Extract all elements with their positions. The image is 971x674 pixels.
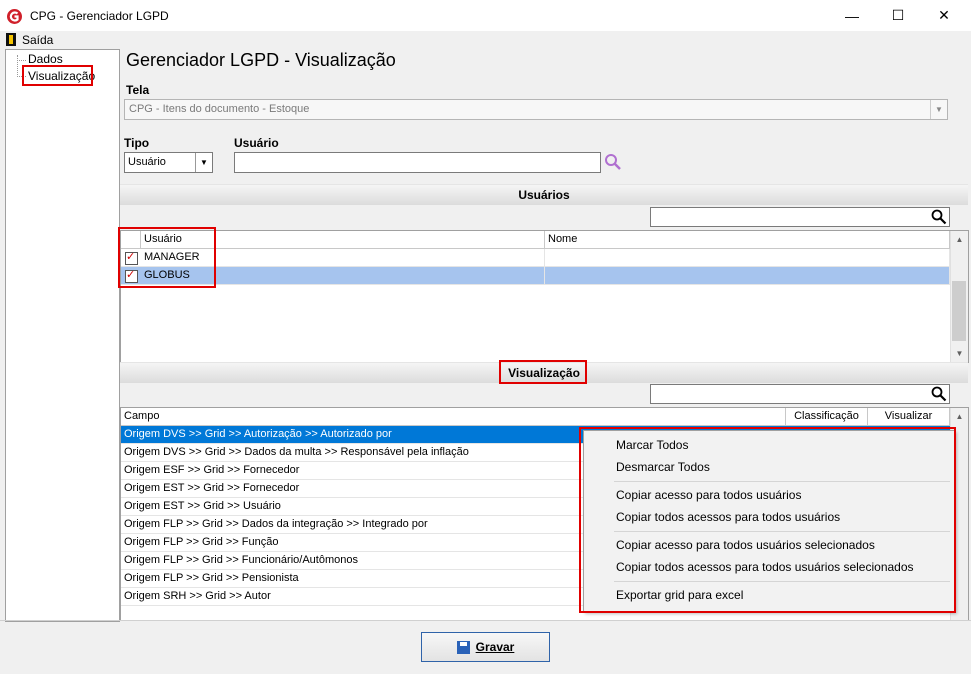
chevron-down-icon[interactable]: ▼ xyxy=(195,153,212,172)
tela-dropdown[interactable]: CPG - Itens do documento - Estoque ▼ xyxy=(124,99,948,120)
grid-header: Usuário Nome xyxy=(121,231,950,249)
tree-connector xyxy=(17,60,26,61)
column-header[interactable]: Classificação xyxy=(786,408,868,425)
tree-item-dados[interactable]: Dados xyxy=(28,52,63,66)
vertical-scrollbar[interactable]: ▲ ▼ xyxy=(950,231,968,362)
annotation-box xyxy=(22,65,93,86)
divider xyxy=(0,620,971,621)
search-icon[interactable] xyxy=(604,153,622,171)
usuarios-section-header: Usuários xyxy=(120,184,968,205)
annotation-box xyxy=(499,360,587,384)
scroll-up-icon[interactable]: ▲ xyxy=(951,408,968,425)
tipo-dropdown[interactable]: Usuário ▼ xyxy=(124,152,213,173)
grid-header: Campo Classificação Visualizar xyxy=(121,408,950,426)
tela-label: Tela xyxy=(126,83,150,97)
chevron-down-icon[interactable]: ▼ xyxy=(930,100,947,119)
maximize-button[interactable]: ☐ xyxy=(875,0,921,31)
navigation-tree xyxy=(5,49,120,622)
nome-cell xyxy=(545,267,950,284)
usuarios-section-title: Usuários xyxy=(518,188,570,202)
page-title: Gerenciador LGPD - Visualização xyxy=(126,50,396,70)
menu-item-saida[interactable]: Saída xyxy=(22,33,53,47)
table-row-selected[interactable]: GLOBUS xyxy=(121,267,950,285)
minimize-button[interactable]: — xyxy=(829,0,875,31)
gravar-button[interactable]: Gravar xyxy=(421,632,550,662)
nome-cell xyxy=(545,249,950,266)
column-header[interactable]: Campo xyxy=(121,408,786,425)
save-icon xyxy=(456,640,470,654)
annotation-box xyxy=(118,227,216,288)
tipo-value: Usuário xyxy=(128,156,166,168)
usuarios-search-input[interactable] xyxy=(650,207,950,227)
exit-door-icon xyxy=(6,33,16,46)
scroll-thumb[interactable] xyxy=(952,281,966,341)
usuarios-grid: Usuário Nome MANAGER GLOBUS ▲ ▼ xyxy=(120,230,969,363)
usuario-input[interactable] xyxy=(234,152,601,173)
menu-bar xyxy=(0,31,971,49)
visualizacao-search-input[interactable] xyxy=(650,384,950,404)
usuario-label: Usuário xyxy=(234,136,279,150)
scroll-down-icon[interactable]: ▼ xyxy=(951,345,968,362)
search-icon[interactable] xyxy=(931,209,947,225)
gravar-label: Gravar xyxy=(475,640,515,654)
table-row[interactable]: MANAGER xyxy=(121,249,950,267)
window-title: CPG - Gerenciador LGPD xyxy=(30,9,169,23)
column-header[interactable]: Visualizar xyxy=(868,408,950,425)
scroll-up-icon[interactable]: ▲ xyxy=(951,231,968,248)
column-header[interactable]: Nome xyxy=(545,231,950,248)
tela-value: CPG - Itens do documento - Estoque xyxy=(129,103,310,115)
close-button[interactable]: ✕ xyxy=(921,0,967,31)
cpg-logo-icon xyxy=(7,9,22,24)
tipo-label: Tipo xyxy=(124,136,150,150)
search-icon[interactable] xyxy=(931,386,947,402)
annotation-box xyxy=(579,427,956,613)
